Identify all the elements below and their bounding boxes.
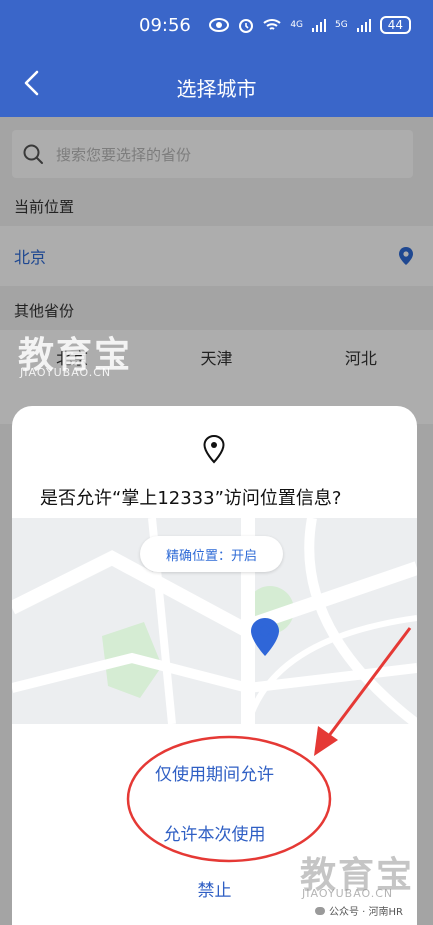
watermark-domain: JIAOYUBAO.CN — [20, 366, 112, 379]
map-preview: 精确位置：开启 — [12, 518, 417, 724]
status-icons: 4G 5G 44 — [209, 16, 411, 34]
signal-icon — [312, 19, 327, 32]
watermark-domain: JIAOYUBAO.CN — [302, 887, 394, 900]
signal-icon — [356, 19, 371, 32]
network-5g-label: 5G — [335, 20, 348, 30]
precise-location-toggle[interactable]: 精确位置：开启 — [140, 536, 283, 572]
map-pin-icon — [251, 618, 279, 656]
network-4g-label: 4G — [290, 20, 304, 30]
allow-while-using-button[interactable]: 仅使用期间允许 — [12, 760, 417, 785]
allow-this-time-button[interactable]: 允许本次使用 — [12, 820, 417, 845]
wifi-icon — [263, 19, 281, 30]
app-header: 选择城市 — [0, 52, 433, 117]
alarm-icon — [239, 19, 254, 33]
credit-text: 公众号 · 河南HR — [329, 907, 404, 918]
eye-icon — [209, 18, 230, 32]
credit-label: 公众号 · 河南HR — [315, 903, 403, 918]
battery-indicator: 44 — [379, 16, 411, 34]
location-pin-outline-icon — [203, 434, 225, 464]
dialog-title: 是否允许“掌上12333”访问位置信息? — [40, 488, 342, 509]
page-title: 选择城市 — [176, 77, 257, 101]
status-time: 09:56 — [139, 15, 191, 36]
status-bar: 09:56 4G 5G 44 — [0, 0, 433, 52]
wechat-icon — [315, 906, 325, 915]
